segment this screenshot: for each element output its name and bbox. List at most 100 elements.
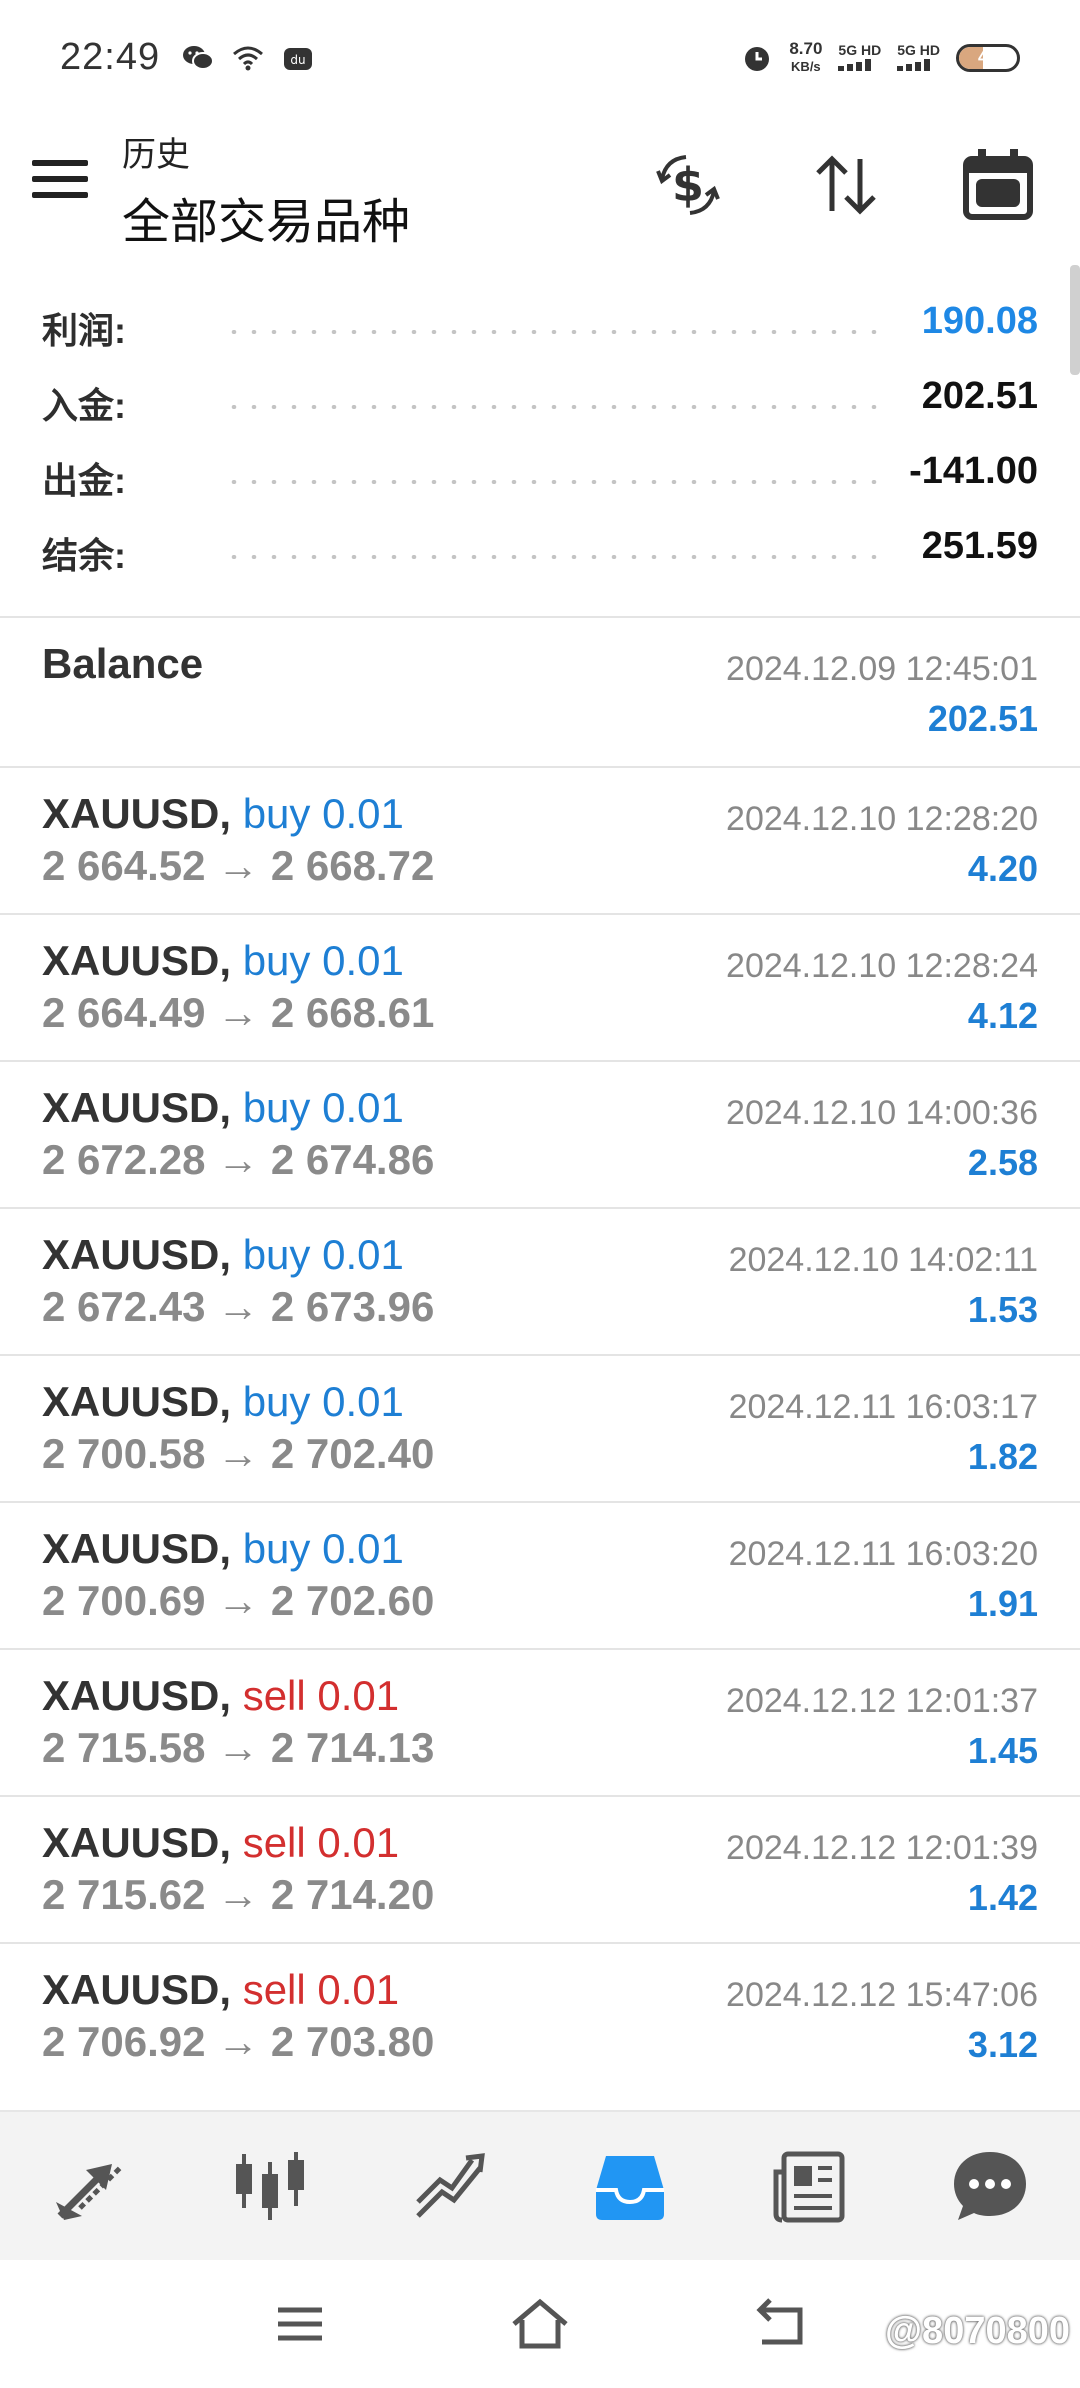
summary-deposit: 入金: 202.51 (0, 365, 1080, 440)
speed-unit: KB/s (791, 58, 821, 74)
deal-row[interactable]: XAUUSD, sell 0.01 2 715.58 → 2 714.13 2024… (0, 1648, 1080, 1795)
symbol-name: XAUUSD, (42, 937, 232, 984)
deal-row[interactable]: XAUUSD, sell 0.01 2 715.62 → 2 714.20 2024… (0, 1795, 1080, 1942)
deal-prices: 2 664.49 → 2 668.61 (42, 989, 435, 1036)
app-bar: 历史 全部交易品种 $ (0, 115, 1080, 255)
dotted-leader (224, 555, 885, 559)
deal-profit: 1.82 (967, 1436, 1038, 1477)
quotes-icon (56, 2164, 122, 2220)
deal-symbol: XAUUSD, buy 0.01 (42, 1525, 404, 1573)
signal-2-label: 5G HD (897, 41, 940, 58)
summary-label: 入金: (42, 385, 126, 426)
summary-value: 251.59 (921, 525, 1038, 567)
deal-profit: 2.58 (967, 1142, 1038, 1183)
deal-profit: 1.45 (967, 1730, 1038, 1771)
network-speed: 8.70 KB/s (789, 39, 822, 76)
deal-prices: 2 700.69 → 2 702.60 (42, 1577, 435, 1624)
app-notification-icon: du (284, 47, 313, 70)
deal-time: 2024.12.12 12:01:39 (726, 1829, 1038, 1867)
signal-bars-icon (897, 58, 931, 71)
bottom-tab-bar (0, 2110, 1080, 2260)
deal-time: 2024.12.11 16:03:20 (728, 1535, 1038, 1573)
deal-side: buy 0.01 (242, 1084, 404, 1131)
balance-row[interactable]: Balance 2024.12.09 12:45:01 202.51 (0, 616, 1080, 766)
dotted-leader (224, 330, 885, 334)
trade-icon (416, 2153, 485, 2218)
deal-time: 2024.12.10 12:28:20 (726, 800, 1038, 838)
deal-symbol: XAUUSD, sell 0.01 (42, 1966, 399, 2014)
page-title[interactable]: 全部交易品种 (122, 182, 410, 252)
deal-side: sell 0.01 (242, 1819, 400, 1866)
signal-bars-icon (838, 58, 872, 71)
summary-label: 利润: (42, 310, 126, 351)
deal-side: buy 0.01 (242, 937, 404, 984)
tab-history[interactable] (580, 2136, 680, 2236)
symbol-name: XAUUSD, (42, 790, 232, 837)
deal-profit: 4.20 (967, 848, 1038, 889)
deal-row[interactable]: XAUUSD, buy 0.01 2 664.49 → 2 668.61 2024.… (0, 913, 1080, 1060)
chat-icon (954, 2152, 1026, 2220)
symbol-name: XAUUSD, (42, 1231, 232, 1278)
summary-value: -141.00 (909, 450, 1038, 492)
deal-symbol: XAUUSD, buy 0.01 (42, 790, 404, 838)
summary-value: 202.51 (921, 375, 1038, 417)
deal-side: buy 0.01 (242, 790, 404, 837)
summary-label: 出金: (42, 460, 126, 501)
battery-percent: 42 (977, 47, 999, 67)
deal-amount: 202.51 (927, 698, 1038, 739)
tab-trade[interactable] (400, 2136, 500, 2236)
symbol-name: XAUUSD, (42, 1084, 232, 1131)
signal-2: 5G HD (897, 42, 940, 74)
system-navigation: @8070800 (0, 2260, 1080, 2388)
deal-row[interactable]: XAUUSD, buy 0.01 2 672.43 → 2 673.96 2024.… (0, 1207, 1080, 1354)
dotted-leader (224, 405, 885, 409)
deal-profit: 4.12 (967, 995, 1038, 1036)
dotted-leader (224, 480, 885, 484)
recent-apps-icon[interactable] (268, 2292, 332, 2356)
home-icon[interactable] (508, 2292, 572, 2356)
deal-time: 2024.12.12 12:01:37 (726, 1682, 1038, 1720)
signal-1-label: 5G HD (838, 41, 882, 58)
deal-symbol: XAUUSD, sell 0.01 (42, 1672, 399, 1720)
summary-value: 190.08 (921, 300, 1038, 342)
deal-time: 2024.12.11 16:03:17 (728, 1388, 1038, 1426)
deal-side: sell 0.01 (242, 1966, 400, 2013)
deal-time: 2024.12.09 12:45:01 (726, 650, 1038, 688)
status-bar: 22:49 du 8.70 KB/s 5G HD 5G HD 42 (0, 0, 1080, 115)
tab-chart[interactable] (220, 2136, 320, 2236)
deal-prices: 2 672.28 → 2 674.86 (42, 1136, 435, 1183)
summary-balance: 结余: 251.59 (0, 515, 1080, 590)
tab-quotes[interactable] (40, 2136, 140, 2236)
symbol-name: XAUUSD, (42, 1819, 232, 1866)
wifi-icon (233, 46, 264, 70)
dollar-cycle-icon[interactable]: $ (648, 145, 728, 225)
summary-panel: 利润: 190.08 入金: 202.51 出金: -141.00 结余: 25… (0, 290, 1080, 590)
svg-text:du: du (290, 53, 305, 67)
clock: 22:49 (60, 36, 161, 78)
deal-row[interactable]: XAUUSD, buy 0.01 2 672.28 → 2 674.86 2024.… (0, 1060, 1080, 1207)
sort-icon[interactable] (806, 145, 886, 225)
deal-row[interactable]: XAUUSD, buy 0.01 2 700.58 → 2 702.40 2024.… (0, 1354, 1080, 1501)
deal-side: sell 0.01 (242, 1672, 400, 1719)
deal-profit: 3.12 (967, 2024, 1038, 2065)
symbol-name: XAUUSD, (42, 1966, 232, 2013)
back-icon[interactable] (748, 2292, 812, 2356)
symbol-name: XAUUSD, (42, 1672, 232, 1719)
deal-row[interactable]: XAUUSD, sell 0.01 2 706.92 → 2 703.80 2024… (0, 1942, 1080, 2089)
deal-row[interactable]: XAUUSD, buy 0.01 2 700.69 → 2 702.60 2024.… (0, 1501, 1080, 1648)
deal-symbol: XAUUSD, sell 0.01 (42, 1819, 399, 1867)
summary-profit: 利润: 190.08 (0, 290, 1080, 365)
summary-withdrawal: 出金: -141.00 (0, 440, 1080, 515)
alarm-icon (745, 46, 770, 71)
deal-side: buy 0.01 (242, 1231, 404, 1278)
menu-icon[interactable] (32, 160, 88, 204)
tab-chat[interactable] (940, 2136, 1040, 2236)
calendar-icon[interactable] (958, 145, 1038, 225)
tab-news[interactable] (760, 2136, 860, 2236)
history-list: Balance 2024.12.09 12:45:01 202.51 XAUUS… (0, 616, 1080, 2089)
deal-prices: 2 700.58 → 2 702.40 (42, 1430, 435, 1477)
deal-row[interactable]: XAUUSD, buy 0.01 2 664.52 → 2 668.72 2024.… (0, 766, 1080, 913)
deal-prices: 2 715.62 → 2 714.20 (42, 1871, 435, 1918)
news-icon (773, 2151, 845, 2223)
deal-time: 2024.12.12 15:47:06 (726, 1976, 1038, 2014)
